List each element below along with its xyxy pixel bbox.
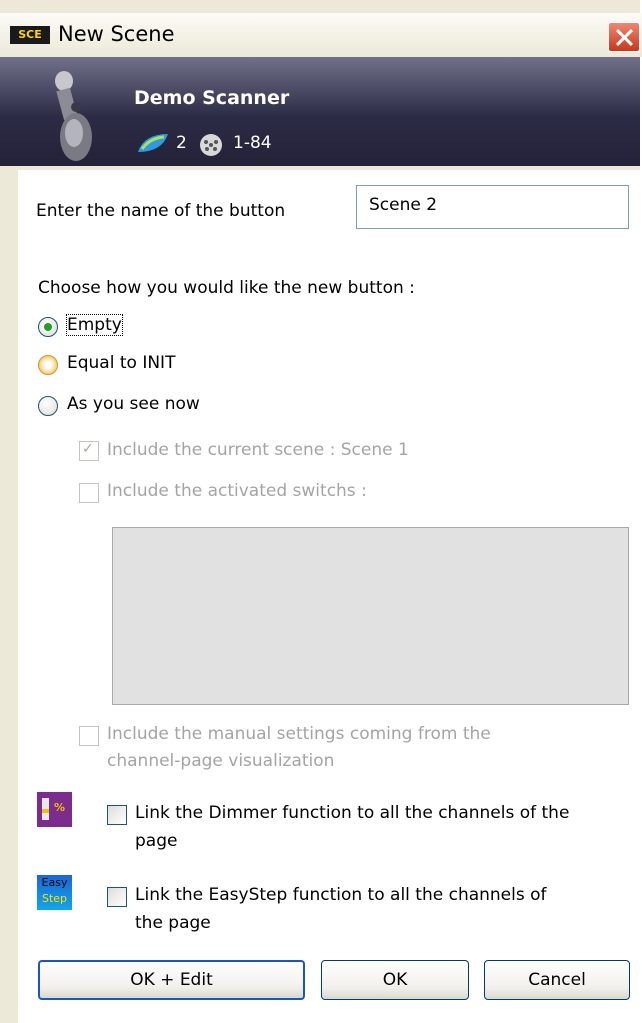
radio-equal-to-init-label[interactable]: Equal to INIT	[67, 353, 175, 373]
easystep-icon-text-1: Easy	[41, 876, 68, 889]
new-scene-dialog: SCE New Scene Demo Scanner 2 1-84 Enter …	[0, 0, 642, 1023]
dimmer-icon: %	[37, 792, 72, 827]
fixture-header: Demo Scanner 2 1-84	[0, 57, 640, 166]
link-dimmer-checkbox[interactable]	[107, 805, 127, 825]
include-current-scene-checkbox[interactable]: ✓	[79, 441, 99, 461]
title-bar[interactable]: SCE New Scene	[0, 13, 642, 57]
app-icon: SCE	[10, 26, 50, 44]
link-easystep-checkbox[interactable]	[107, 887, 127, 907]
fixture-name: Demo Scanner	[134, 87, 290, 109]
close-button[interactable]	[608, 22, 640, 52]
include-switches-checkbox[interactable]	[79, 483, 99, 503]
cancel-button[interactable]: Cancel	[484, 960, 630, 1000]
ok-edit-button[interactable]: OK + Edit	[38, 960, 305, 1000]
button-name-label: Enter the name of the button	[36, 201, 286, 221]
button-name-input[interactable]: Scene 2	[356, 185, 629, 229]
choose-prompt: Choose how you would like the new button…	[38, 278, 415, 298]
link-dimmer-label-line1: Link the Dimmer function to all the chan…	[135, 803, 570, 823]
window-title: New Scene	[58, 22, 175, 46]
radio-empty[interactable]	[38, 317, 58, 337]
checkmark-icon: ✓	[82, 441, 94, 457]
easystep-icon: Easy Step	[37, 875, 72, 910]
include-current-scene-label: Include the current scene : Scene 1	[107, 440, 409, 460]
link-dimmer-label-line2: page	[135, 831, 178, 851]
include-switches-label: Include the activated switchs :	[107, 481, 367, 501]
dmx-connector-icon	[200, 134, 222, 156]
dimmer-slider-knob	[42, 809, 49, 813]
include-manual-settings-checkbox[interactable]	[79, 726, 99, 746]
radio-as-you-see-now-label[interactable]: As you see now	[67, 394, 200, 414]
ok-button[interactable]: OK	[321, 960, 469, 1000]
include-manual-settings-label-line1: Include the manual settings coming from …	[107, 724, 491, 744]
include-manual-settings-label-line2: channel-page visualization	[107, 751, 335, 771]
activated-switches-list[interactable]	[112, 527, 629, 705]
link-easystep-label-line1: Link the EasyStep function to all the ch…	[135, 885, 547, 905]
link-easystep-label-line2: the page	[135, 913, 211, 933]
easystep-icon-text-2: Step	[41, 892, 68, 905]
radio-as-you-see-now[interactable]	[38, 396, 58, 416]
universe-number: 2	[176, 133, 187, 153]
radio-empty-label[interactable]: Empty	[66, 314, 123, 336]
scanner-fixture-icon	[55, 71, 92, 161]
radio-equal-to-init[interactable]	[38, 355, 58, 375]
dmx-range: 1-84	[233, 133, 272, 153]
universe-icon	[138, 134, 168, 152]
dimmer-percent: %	[54, 801, 66, 814]
